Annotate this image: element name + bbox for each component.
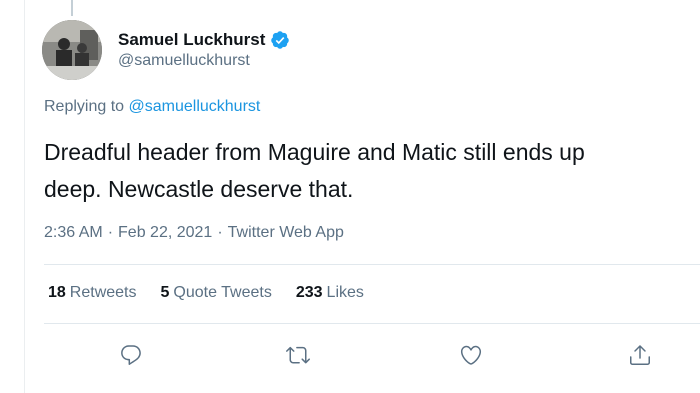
tweet-text-line-1: Dreadful header from Maguire and Matic s… xyxy=(44,139,585,165)
retweet-button[interactable] xyxy=(284,341,312,369)
share-icon xyxy=(630,345,650,365)
quote-tweets-stat[interactable]: 5 Quote Tweets xyxy=(161,284,272,302)
tweet-date[interactable]: Feb 22, 2021 xyxy=(118,224,212,242)
retweets-label: Retweets xyxy=(69,284,137,301)
tweet-text-line-2: deep. Newcastle deserve that. xyxy=(44,176,354,202)
avatar[interactable] xyxy=(42,20,102,80)
reply-icon xyxy=(121,345,141,365)
tweet-text: Dreadful header from Maguire and Matic s… xyxy=(44,134,700,208)
share-button[interactable] xyxy=(626,341,654,369)
replying-to: Replying to @samuelluckhurst xyxy=(44,98,260,116)
divider xyxy=(44,323,700,324)
replying-mention-link[interactable]: @samuelluckhurst xyxy=(129,98,261,115)
retweets-stat[interactable]: 18 Retweets xyxy=(48,284,137,302)
engagement-stats: 18 Retweets 5 Quote Tweets 233 Likes xyxy=(48,284,364,302)
author-name-row[interactable]: Samuel Luckhurst xyxy=(118,28,290,52)
likes-count: 233 xyxy=(295,284,323,301)
meta-separator: · xyxy=(217,224,223,241)
avatar-photo xyxy=(42,20,102,80)
display-name[interactable]: Samuel Luckhurst xyxy=(118,30,265,50)
like-icon xyxy=(460,345,482,365)
tweet-source[interactable]: Twitter Web App xyxy=(228,224,344,242)
tweet-time[interactable]: 2:36 AM xyxy=(44,224,103,242)
tweet-actions-bar xyxy=(0,335,700,375)
tweet-meta: 2:36 AM · Feb 22, 2021 · Twitter Web App xyxy=(44,224,344,242)
thread-connector-line xyxy=(71,0,73,16)
likes-label: Likes xyxy=(326,284,364,301)
quote-tweets-label: Quote Tweets xyxy=(173,284,272,301)
divider xyxy=(44,264,700,265)
likes-stat[interactable]: 233 Likes xyxy=(296,284,364,302)
verified-badge-icon xyxy=(270,30,290,50)
retweet-icon xyxy=(286,346,310,364)
like-button[interactable] xyxy=(457,341,485,369)
quote-tweets-count: 5 xyxy=(160,284,170,301)
meta-separator: · xyxy=(107,224,114,241)
user-handle[interactable]: @samuelluckhurst xyxy=(118,52,250,70)
replying-prefix: Replying to xyxy=(44,98,129,115)
retweets-count: 18 xyxy=(48,284,66,301)
reply-button[interactable] xyxy=(117,341,145,369)
